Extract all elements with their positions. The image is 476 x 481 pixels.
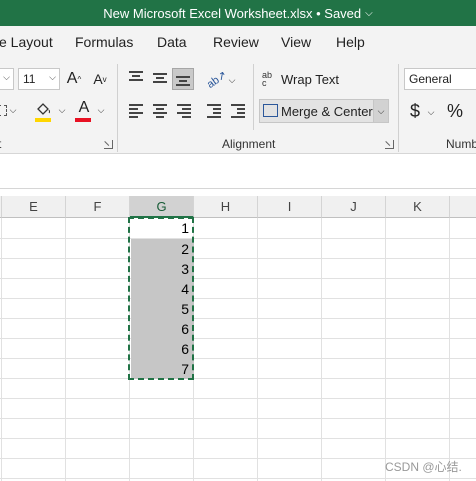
grid-row-line <box>0 358 476 359</box>
alignment-dialog-launcher-icon[interactable] <box>385 140 394 149</box>
tab-data[interactable]: Data <box>157 34 187 50</box>
decrease-indent-icon[interactable] <box>207 104 221 118</box>
bottom-align-button[interactable] <box>172 68 194 90</box>
tab-review[interactable]: Review <box>213 34 259 50</box>
column-header-i[interactable]: I <box>258 196 322 218</box>
group-divider <box>253 64 254 130</box>
shrink-font-button[interactable]: Av <box>91 68 109 90</box>
group-divider <box>398 64 399 152</box>
tab-page-layout[interactable]: e Layout <box>0 34 53 50</box>
fill-color-swatch <box>35 118 51 122</box>
grid-row-line <box>0 418 476 419</box>
formula-bar[interactable] <box>0 154 476 189</box>
orientation-button[interactable]: ab↗ <box>205 68 230 91</box>
column-header-j[interactable]: J <box>322 196 386 218</box>
watermark: CSDN @心结. <box>385 460 462 474</box>
font-size-value: 11 <box>23 72 36 86</box>
grid-row-line <box>0 278 476 279</box>
font-dialog-launcher-icon[interactable] <box>104 140 113 149</box>
divider <box>0 188 476 189</box>
column-header-h[interactable]: H <box>194 196 258 218</box>
font-name-combo[interactable]: ⌵ <box>0 68 14 90</box>
borders-button[interactable] <box>0 100 8 120</box>
wrap-text-label: Wrap Text <box>281 71 340 87</box>
paint-bucket-icon <box>37 103 50 115</box>
currency-dropdown[interactable]: ⌵ <box>426 106 436 118</box>
middle-align-icon[interactable] <box>153 71 167 83</box>
borders-dropdown[interactable]: ⌵ <box>8 103 18 117</box>
number-format-combo[interactable]: General <box>404 68 476 90</box>
orientation-icon: ab↗ <box>205 68 230 91</box>
grid-row-line <box>0 478 476 479</box>
merge-center-button[interactable]: Merge & Center ⌵ <box>259 99 389 123</box>
window-title: New Microsoft Excel Worksheet.xlsx • Sav… <box>103 5 362 21</box>
fill-color-dropdown[interactable]: ⌵ <box>57 103 67 117</box>
percent-icon: % <box>446 100 463 121</box>
grid-row-line <box>0 378 476 379</box>
bottom-align-icon <box>176 73 190 86</box>
wrap-text-icon: ab c <box>262 70 273 88</box>
font-group-label: t <box>0 137 1 151</box>
font-color-swatch <box>75 118 91 122</box>
column-header-g[interactable]: G <box>130 196 194 218</box>
column-header-k[interactable]: K <box>386 196 450 218</box>
font-size-combo[interactable]: 11 ⌵ <box>18 68 60 90</box>
grid-row-line <box>0 438 476 439</box>
grow-font-icon: A <box>66 70 78 87</box>
align-right-icon[interactable] <box>177 104 191 118</box>
tab-view[interactable]: View <box>281 34 311 50</box>
grid-row-line <box>0 238 476 239</box>
top-align-icon[interactable] <box>129 71 143 83</box>
tab-formulas[interactable]: Formulas <box>75 34 133 50</box>
merge-center-label: Merge & Center <box>281 104 373 119</box>
title-bar: New Microsoft Excel Worksheet.xlsx • Sav… <box>0 0 476 26</box>
percent-button[interactable]: % <box>445 100 465 122</box>
grid-row-line <box>0 318 476 319</box>
column-header-l[interactable] <box>450 196 476 218</box>
increase-indent-icon[interactable] <box>231 104 245 118</box>
grid-row-line <box>0 298 476 299</box>
font-color-dropdown[interactable]: ⌵ <box>96 103 106 117</box>
align-left-icon[interactable] <box>129 104 143 118</box>
ribbon: ⌵ 11 ⌵ A^ Av ⌵ ⌵ A ⌵ t ab↗ <box>0 58 476 162</box>
grid-row-line <box>0 338 476 339</box>
group-divider <box>117 64 118 152</box>
ribbon-tabs: e Layout Formulas Data Review View Help <box>0 26 476 58</box>
orientation-dropdown[interactable]: ⌵ <box>227 73 237 87</box>
currency-button[interactable]: $ <box>407 100 423 122</box>
merge-center-icon <box>263 104 278 117</box>
column-header-f[interactable]: F <box>66 196 130 218</box>
copy-selection-marquee <box>128 217 194 380</box>
currency-icon: $ <box>409 100 420 121</box>
chevron-down-icon: ⌵ <box>3 72 10 82</box>
column-header-e[interactable]: E <box>2 196 66 218</box>
grow-font-button[interactable]: A ^ <box>65 68 83 90</box>
font-color-icon: A <box>78 99 90 116</box>
font-color-button[interactable]: A <box>75 98 93 118</box>
align-center-icon[interactable] <box>153 104 167 118</box>
shrink-font-icon: A <box>93 71 103 87</box>
grid-row-line <box>0 258 476 259</box>
wrap-text-button[interactable]: ab c Wrap Text <box>262 68 372 90</box>
number-group-label: Numb <box>446 137 476 151</box>
grid-row-line <box>0 398 476 399</box>
borders-icon <box>0 104 7 116</box>
number-format-value: General <box>409 72 452 86</box>
title-chevron-down-icon[interactable]: ⌵ <box>365 8 373 19</box>
merge-center-dropdown[interactable]: ⌵ <box>373 100 388 122</box>
alignment-group-label: Alignment <box>222 137 276 151</box>
tab-help[interactable]: Help <box>336 34 365 50</box>
chevron-down-icon: ⌵ <box>49 72 56 82</box>
